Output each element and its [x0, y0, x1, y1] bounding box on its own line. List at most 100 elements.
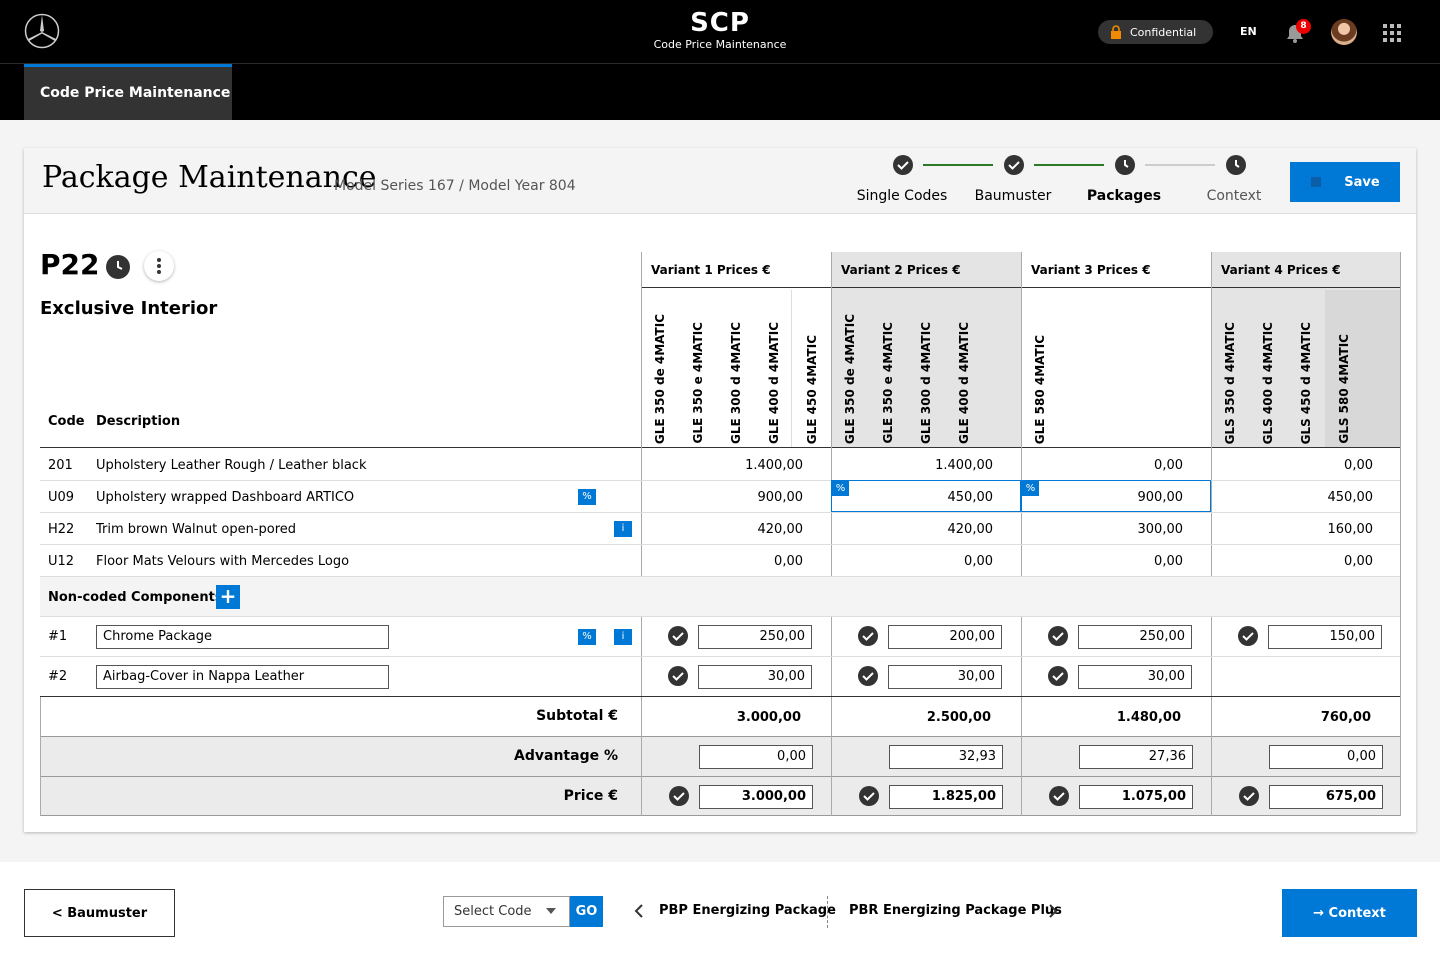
- row-code: H22: [48, 522, 75, 537]
- price-cell[interactable]: 300,00: [1021, 522, 1184, 537]
- info-icon[interactable]: i: [614, 629, 632, 645]
- highlighted-cell[interactable]: [831, 480, 1021, 512]
- save-label: Save: [1344, 174, 1380, 190]
- more-options-button[interactable]: [144, 251, 174, 281]
- final-price-input[interactable]: 1.075,00: [1079, 785, 1193, 809]
- model-column-header[interactable]: GLE 300 d 4MATIC: [725, 290, 763, 448]
- component-description-input[interactable]: Airbag-Cover in Nappa Leather: [96, 665, 389, 689]
- step-context-icon[interactable]: [1226, 155, 1246, 175]
- package-code: P22: [40, 248, 100, 281]
- model-column-header[interactable]: GLE 300 d 4MATIC: [915, 290, 953, 448]
- component-price-input[interactable]: 30,00: [1078, 665, 1192, 689]
- model-column-header[interactable]: GLE 350 de 4MATIC: [839, 290, 877, 448]
- price-cell[interactable]: 450,00: [1211, 490, 1374, 505]
- component-price-input[interactable]: 30,00: [888, 665, 1002, 689]
- row-code: 201: [48, 458, 73, 473]
- price-cell[interactable]: 1.400,00: [831, 458, 993, 473]
- price-cell[interactable]: 160,00: [1211, 522, 1374, 537]
- final-price-input[interactable]: 3.000,00: [699, 785, 813, 809]
- price-cell[interactable]: 0,00: [1211, 458, 1373, 473]
- step-packages-icon[interactable]: [1115, 155, 1135, 175]
- component-description-input[interactable]: Chrome Package: [96, 625, 389, 649]
- price-cell[interactable]: 420,00: [641, 522, 804, 537]
- price-cell[interactable]: 420,00: [831, 522, 994, 537]
- advantage-input[interactable]: 0,00: [699, 745, 813, 769]
- model-column-header[interactable]: GLS 450 d 4MATIC: [1295, 290, 1333, 448]
- step-single-codes-icon[interactable]: [893, 155, 913, 175]
- component-price-input[interactable]: 200,00: [888, 625, 1002, 649]
- final-price-input[interactable]: 1.825,00: [889, 785, 1003, 809]
- check-icon[interactable]: [858, 666, 878, 686]
- language-switch[interactable]: EN: [1240, 25, 1257, 38]
- select-code-dropdown[interactable]: Select Code: [443, 896, 570, 927]
- price-cell[interactable]: 0,00: [641, 554, 803, 569]
- model-name: GLS 450 d 4MATIC: [1299, 321, 1313, 444]
- component-price-input[interactable]: 30,00: [698, 665, 812, 689]
- context-button[interactable]: → Context: [1282, 889, 1417, 937]
- advantage-input[interactable]: 27,36: [1079, 745, 1193, 769]
- check-icon[interactable]: [668, 626, 688, 646]
- model-column-header[interactable]: GLS 350 d 4MATIC: [1219, 290, 1257, 448]
- check-icon[interactable]: [1049, 786, 1069, 806]
- check-icon[interactable]: [1239, 786, 1259, 806]
- model-column-header[interactable]: GLE 450 4MATIC: [801, 290, 839, 448]
- app-grid-icon[interactable]: [1383, 24, 1401, 42]
- info-icon[interactable]: i: [614, 521, 632, 537]
- chevron-left-icon[interactable]: [634, 904, 644, 918]
- tab-code-price-maintenance[interactable]: Code Price Maintenance: [24, 64, 232, 120]
- go-button[interactable]: GO: [570, 896, 603, 927]
- clock-icon[interactable]: [106, 255, 130, 279]
- check-icon[interactable]: [1048, 666, 1068, 686]
- check-icon[interactable]: [1048, 626, 1068, 646]
- price-cell[interactable]: 0,00: [1021, 458, 1183, 473]
- column-divider: [1400, 252, 1401, 816]
- subtotal-value: 2.500,00: [926, 710, 991, 725]
- discount-icon[interactable]: %: [578, 489, 596, 505]
- step-baumuster-icon[interactable]: [1004, 155, 1024, 175]
- discount-icon[interactable]: %: [578, 629, 596, 645]
- model-column-header[interactable]: GLS 580 4MATIC: [1333, 290, 1371, 448]
- step-label-single-codes[interactable]: Single Codes: [847, 188, 957, 204]
- step-label-packages[interactable]: Packages: [1069, 188, 1179, 204]
- save-button[interactable]: Save: [1290, 162, 1400, 202]
- avatar[interactable]: [1331, 19, 1357, 45]
- model-column-header[interactable]: GLE 580 4MATIC: [1029, 290, 1067, 448]
- prev-package-link[interactable]: PBP Energizing Package: [659, 903, 836, 918]
- step-label-baumuster[interactable]: Baumuster: [958, 188, 1068, 204]
- model-column-header[interactable]: GLS 400 d 4MATIC: [1257, 290, 1295, 448]
- check-icon[interactable]: [669, 786, 689, 806]
- model-column-header[interactable]: GLE 350 de 4MATIC: [649, 290, 687, 448]
- model-name: GLS 580 4MATIC: [1337, 334, 1351, 444]
- column-divider: [1021, 736, 1022, 816]
- final-price-input[interactable]: 675,00: [1269, 785, 1383, 809]
- model-column-header[interactable]: GLE 350 e 4MATIC: [687, 290, 725, 448]
- discount-icon[interactable]: %: [832, 481, 849, 496]
- price-cell[interactable]: 0,00: [1211, 554, 1373, 569]
- price-cell[interactable]: 900,00: [641, 490, 804, 505]
- add-component-button[interactable]: +: [216, 585, 240, 609]
- model-column-header[interactable]: GLE 350 e 4MATIC: [877, 290, 915, 448]
- check-icon[interactable]: [1238, 626, 1258, 646]
- model-name: GLE 350 de 4MATIC: [843, 313, 857, 444]
- step-label-context[interactable]: Context: [1179, 188, 1289, 204]
- next-package-link[interactable]: PBR Energizing Package Plus: [849, 903, 1062, 918]
- highlighted-cell[interactable]: [1021, 480, 1211, 512]
- component-price-input[interactable]: 250,00: [1078, 625, 1192, 649]
- price-cell[interactable]: 0,00: [831, 554, 993, 569]
- chevron-right-icon[interactable]: [1048, 904, 1058, 918]
- check-icon[interactable]: [858, 626, 878, 646]
- model-column-header[interactable]: GLE 400 d 4MATIC: [953, 290, 991, 448]
- model-column-header[interactable]: GLE 400 d 4MATIC: [763, 290, 801, 448]
- advantage-input[interactable]: 32,93: [889, 745, 1003, 769]
- price-cell[interactable]: 0,00: [1021, 554, 1183, 569]
- price-cell[interactable]: 1.400,00: [641, 458, 803, 473]
- step-connector: [923, 164, 993, 166]
- check-icon[interactable]: [859, 786, 879, 806]
- component-price-input[interactable]: 250,00: [698, 625, 812, 649]
- component-price-input[interactable]: 150,00: [1268, 625, 1382, 649]
- discount-icon[interactable]: %: [1022, 481, 1039, 496]
- confidential-badge[interactable]: Confidential: [1098, 20, 1213, 44]
- check-icon[interactable]: [668, 666, 688, 686]
- back-baumuster-button[interactable]: < Baumuster: [24, 889, 175, 937]
- advantage-input[interactable]: 0,00: [1269, 745, 1383, 769]
